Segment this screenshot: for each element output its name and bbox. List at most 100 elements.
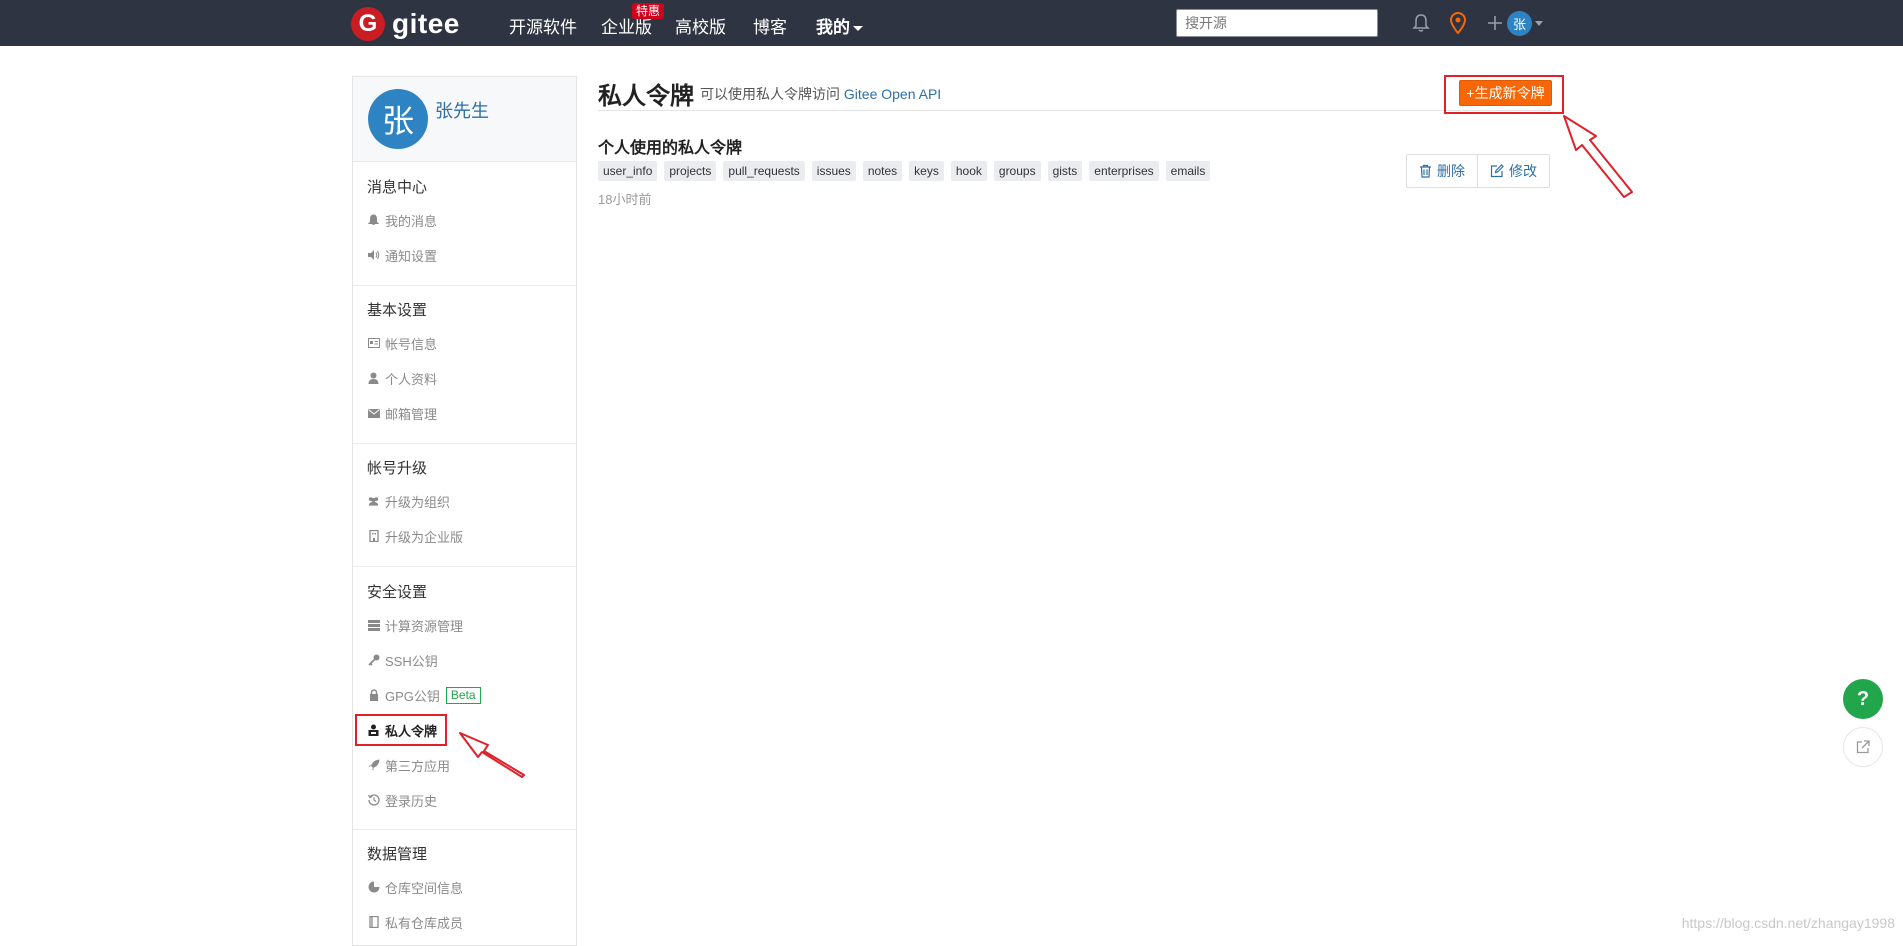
scope-tag: hook [951,161,987,181]
location-pin-icon[interactable] [1446,11,1470,35]
scope-tag: emails [1166,161,1211,181]
scope-tag: gists [1048,161,1083,181]
sidebar-item-label: 帐号信息 [385,334,437,353]
scope-tag: pull_requests [723,161,804,181]
plus-icon[interactable] [1483,11,1507,35]
nav-mine[interactable]: 我的 [816,13,863,38]
sidebar-item-my-messages[interactable]: 我的消息 [367,211,437,229]
subtitle-text: 可以使用私人令牌访问 [700,86,840,102]
search-input[interactable] [1176,9,1378,37]
sidebar-item-label: 我的消息 [385,211,437,230]
sidebar-item-label: 计算资源管理 [385,616,463,635]
annotation-arrow-icon [1560,112,1640,198]
sidebar-item-login-history[interactable]: 登录历史 [367,791,437,809]
sidebar-divider [353,443,576,444]
highlight-box-personal-token [355,714,447,746]
user-avatar[interactable]: 张 [1507,11,1532,36]
sidebar-item-label: 升级为企业版 [385,527,463,546]
sidebar-item-profile[interactable]: 个人资料 [367,369,437,387]
scope-tag: groups [994,161,1041,181]
delete-token-button[interactable]: 删除 [1407,155,1477,187]
users-icon [367,495,380,508]
scope-tag: enterprises [1089,161,1158,181]
section-title-security-settings: 安全设置 [367,581,427,602]
nav-blog[interactable]: 博客 [753,13,787,38]
avatar[interactable]: 张 [368,89,428,149]
open-api-link[interactable]: Gitee Open API [844,86,941,102]
logo-icon: G [351,7,385,41]
section-title-basic-settings: 基本设置 [367,299,427,320]
avatar-caret-icon[interactable] [1535,21,1543,26]
sidebar-item-label: 仓库空间信息 [385,878,463,897]
sidebar-item-email-management[interactable]: 邮箱管理 [367,404,437,422]
gitee-logo[interactable]: G gitee [351,7,460,41]
history-icon [367,794,380,807]
nav-open-source[interactable]: 开源软件 [509,13,577,38]
sidebar-item-upgrade-to-org[interactable]: 升级为组织 [367,492,450,510]
id-card-icon [367,337,380,350]
sidebar-item-private-repo-members[interactable]: 私有仓库成员 [367,913,463,931]
nav-university[interactable]: 高校版 [675,13,726,38]
sidebar-item-notification-settings[interactable]: 通知设置 [367,246,437,264]
watermark: https://blog.csdn.net/zhangay1998 [1682,915,1895,931]
sidebar-item-upgrade-to-enterprise[interactable]: 升级为企业版 [367,527,463,545]
highlight-box-generate-button [1444,75,1564,114]
sidebar-item-label: GPG公钥 [385,686,440,705]
sidebar-item-label: 邮箱管理 [385,404,437,423]
bell-icon [367,214,380,227]
sidebar-item-compute-resources[interactable]: 计算资源管理 [367,616,463,634]
sidebar-item-account-info[interactable]: 帐号信息 [367,334,437,352]
enterprise-promo-badge: 特惠 [632,3,664,19]
sidebar-divider [353,566,576,567]
section-title-data-management: 数据管理 [367,843,427,864]
rocket-icon [367,759,380,772]
logo-text: gitee [392,8,460,40]
chevron-down-icon [853,26,863,31]
top-navbar: G gitee 开源软件 企业版 特惠 高校版 博客 我的 张 [0,0,1903,46]
sidebar-item-label: 升级为组织 [385,492,450,511]
token-actions: 删除 修改 [1406,154,1550,188]
page-subtitle: 可以使用私人令牌访问 Gitee Open API [700,84,941,104]
key-icon [367,654,380,667]
section-title-account-upgrade: 帐号升级 [367,457,427,478]
server-icon [367,619,380,632]
sidebar-item-label: SSH公钥 [385,651,438,670]
sidebar-item-third-party-apps[interactable]: 第三方应用 [367,756,450,774]
page-title: 私人令牌 [598,76,694,111]
sidebar-item-gpg-keys[interactable]: GPG公钥 Beta [367,686,481,704]
sidebar-item-label: 第三方应用 [385,756,450,775]
section-title-messages: 消息中心 [367,176,427,197]
user-icon [367,372,380,385]
beta-badge: Beta [446,687,481,704]
scope-tag: issues [812,161,856,181]
token-created-time: 18小时前 [598,189,651,208]
bell-icon[interactable] [1409,11,1433,35]
edit-token-button[interactable]: 修改 [1477,155,1549,187]
scope-tag: keys [909,161,944,181]
speaker-icon [367,249,380,262]
sidebar-item-label: 个人资料 [385,369,437,388]
settings-sidebar: 张 张先生 消息中心 我的消息 通知设置 基本设置 帐号信息 个人资料 邮箱管理… [352,76,577,946]
help-button[interactable]: ? [1843,679,1883,719]
edit-icon [1490,164,1504,178]
sidebar-item-repo-storage[interactable]: 仓库空间信息 [367,878,463,896]
mail-icon [367,407,380,420]
nav-mine-label: 我的 [816,18,850,37]
token-scopes: user_infoprojectspull_requestsissuesnote… [598,161,1210,181]
building-icon [367,530,380,543]
sidebar-item-label: 私有仓库成员 [385,913,463,932]
scope-tag: notes [863,161,902,181]
book-icon [367,916,380,929]
sidebar-item-label: 登录历史 [385,791,437,810]
sidebar-divider [353,285,576,286]
share-button[interactable] [1843,727,1883,767]
scope-tag: projects [664,161,716,181]
delete-label: 删除 [1437,161,1465,181]
sidebar-item-ssh-keys[interactable]: SSH公钥 [367,651,438,669]
profile-username[interactable]: 张先生 [435,97,489,123]
annotation-arrow-icon [458,727,528,779]
sidebar-divider [353,829,576,830]
external-link-icon [1855,739,1871,755]
sidebar-item-label: 通知设置 [385,246,437,265]
title-divider [598,110,1551,111]
